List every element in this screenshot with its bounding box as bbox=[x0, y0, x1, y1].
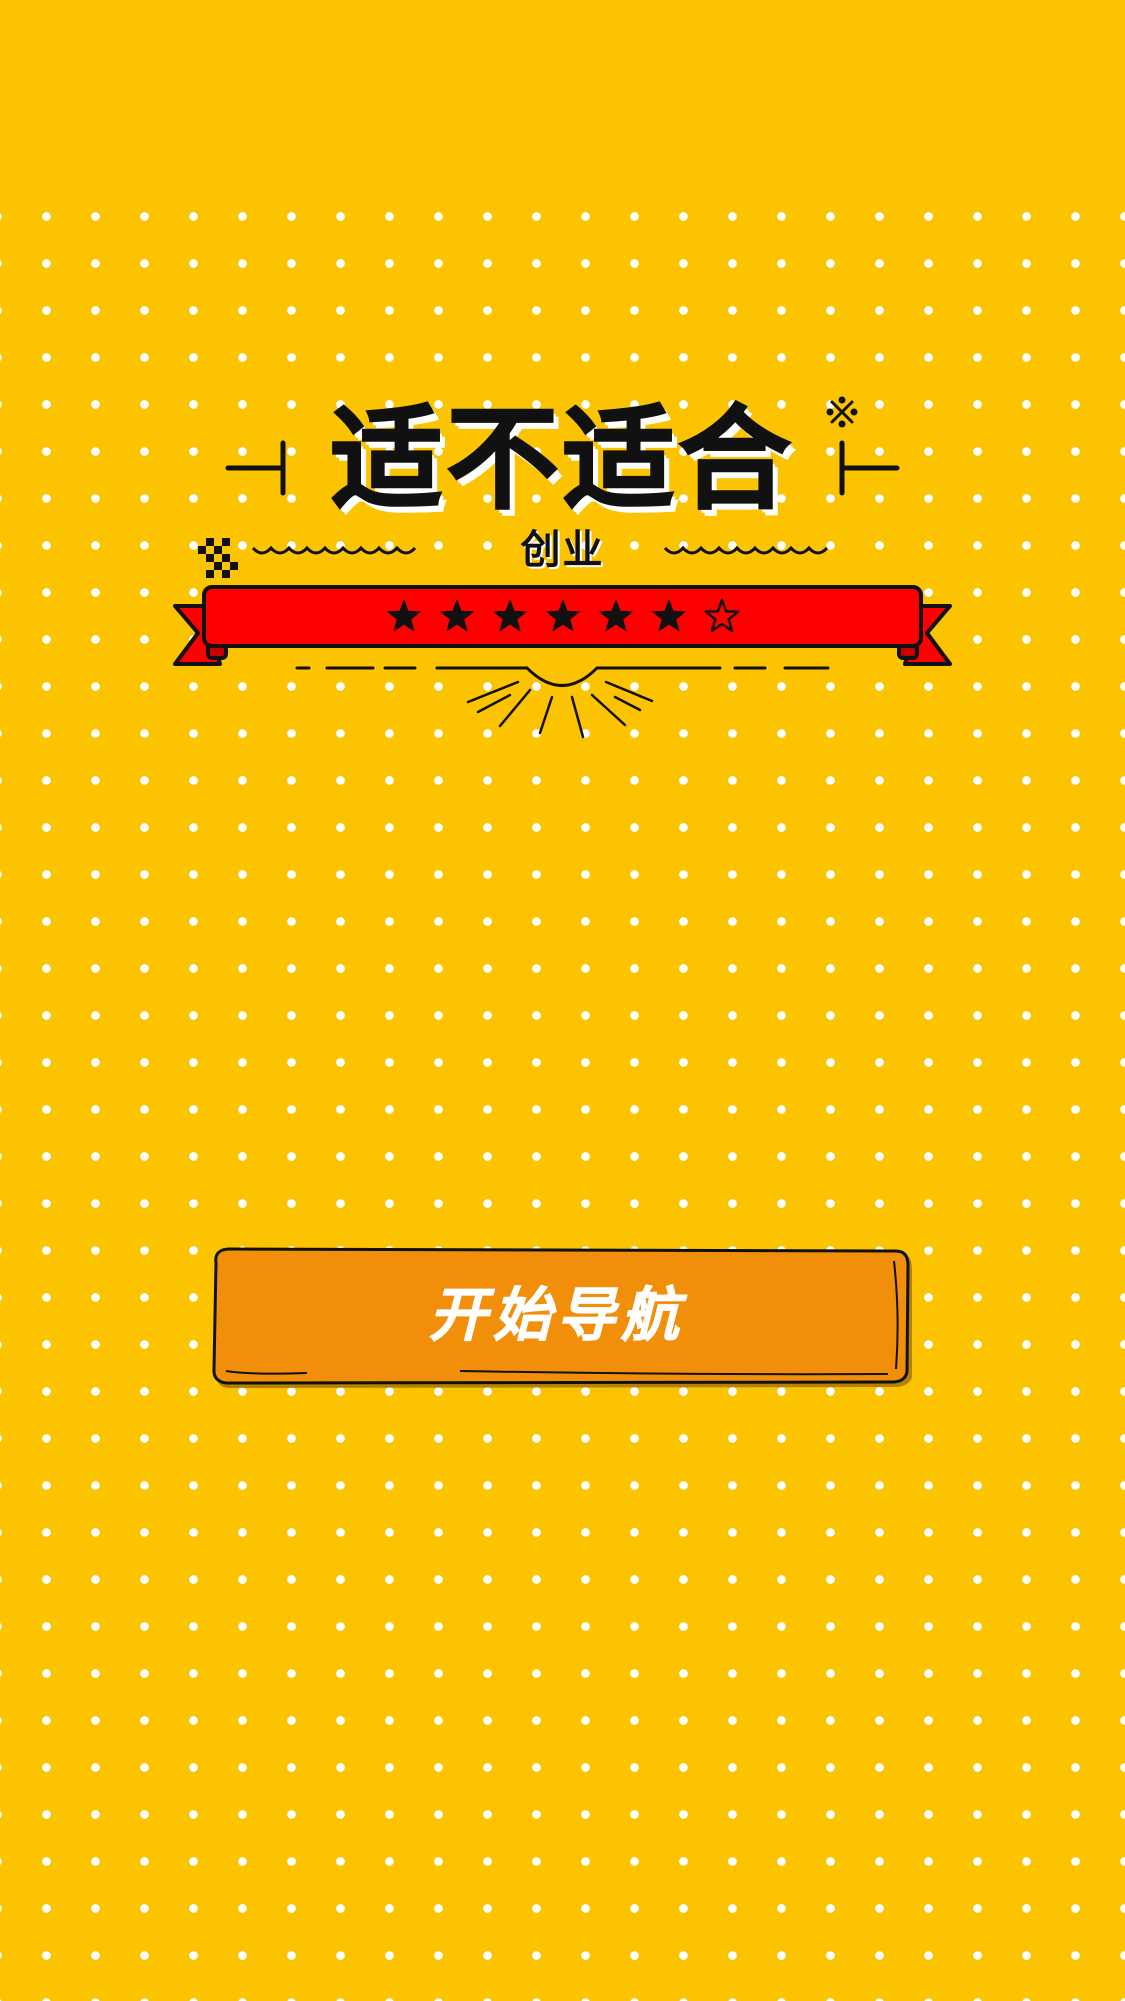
hero-banner: 适不适合 创业 bbox=[0, 0, 1125, 780]
banner-decoration bbox=[173, 396, 952, 739]
start-navigation-label: 开始导航 bbox=[428, 1281, 685, 1350]
page-subtitle: 创业 bbox=[520, 527, 605, 573]
dashed-divider bbox=[295, 666, 830, 687]
page-title: 适不适合 bbox=[330, 394, 795, 526]
sunburst-rays-icon bbox=[466, 680, 654, 739]
start-navigation-button[interactable]: 开始导航 bbox=[212, 1245, 912, 1395]
